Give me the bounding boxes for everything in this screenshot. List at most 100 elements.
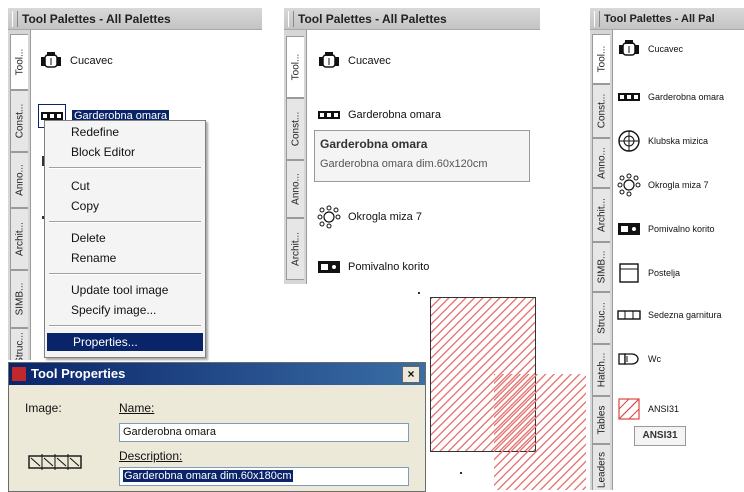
sink-icon (616, 218, 642, 240)
menu-separator (49, 167, 201, 169)
tool-label: Garderobna omara (648, 92, 725, 102)
drawing-dot (460, 472, 462, 474)
palette-tab-strip: Tool... Const... Anno... Archit... SIMB.… (8, 30, 31, 360)
tab-leaders[interactable]: Leaders (592, 444, 610, 490)
tab-archit[interactable]: Archit... (286, 218, 304, 280)
cucavec-icon (316, 50, 342, 72)
round-table-icon (316, 205, 342, 229)
hatch-region-overlap (494, 374, 586, 490)
tab-tool[interactable]: Tool... (592, 34, 610, 84)
palette-tab-strip: Tool... Const... Anno... Archit... SIMB.… (590, 30, 613, 490)
wardrobe-preview-icon (28, 454, 82, 470)
menu-item-cut[interactable]: Cut (45, 177, 205, 195)
tool-tooltip: Garderobna omara Garderobna omara dim.60… (314, 130, 530, 182)
tool-palette-2: Tool Palettes - All Palettes Tool... Con… (284, 8, 540, 284)
tooltip-description: Garderobna omara dim.60x120cm (320, 158, 488, 170)
cucavec-icon (616, 38, 642, 60)
palette-title-bar[interactable]: Tool Palettes - All Pal (590, 8, 744, 30)
tool-cucavec[interactable]: Cucavec (316, 50, 391, 72)
tab-archit[interactable]: Archit... (10, 208, 28, 270)
tool-label: Garderobna omara (348, 109, 441, 121)
tool-okrogla-miza-7[interactable]: Okrogla miza 7 (316, 205, 422, 229)
tool-properties-dialog: Tool Properties × Image: Name: Garderobn… (8, 362, 426, 492)
menu-item-delete[interactable]: Delete (45, 229, 205, 247)
tab-archit[interactable]: Archit... (592, 188, 610, 242)
tab-struc[interactable]: Struc... (592, 292, 610, 344)
tool-sedezna-garnitura[interactable]: Sedezna garnitura (616, 304, 722, 326)
tool-postelja[interactable]: Postelja (616, 262, 680, 284)
dialog-title-bar[interactable]: Tool Properties (9, 363, 425, 385)
tool-klubska-mizica[interactable]: Klubska mizica (616, 130, 708, 152)
image-label: Image: (25, 401, 62, 415)
tab-const[interactable]: Const... (286, 98, 304, 160)
tool-label: Postelja (648, 268, 681, 278)
tool-garderobna-omara[interactable]: Garderobna omara (616, 86, 724, 108)
tool-label: Cucavec (648, 44, 684, 54)
tab-const[interactable]: Const... (10, 90, 28, 152)
name-input[interactable]: Garderobna omara (119, 423, 409, 442)
name-label: Name: (119, 401, 155, 415)
sink-icon (316, 256, 342, 278)
tab-tool[interactable]: Tool... (286, 36, 304, 98)
cucavec-icon (38, 50, 64, 72)
close-icon: × (407, 367, 415, 381)
menu-item-rename[interactable]: Rename (45, 249, 205, 267)
menu-item-copy[interactable]: Copy (45, 197, 205, 215)
tool-garderobna-omara[interactable]: Garderobna omara (316, 104, 441, 126)
hatch-pattern-icon (616, 398, 642, 420)
tool-label: Pomivalno korito (648, 224, 715, 234)
tab-anno[interactable]: Anno... (286, 160, 304, 218)
tab-anno[interactable]: Anno... (10, 152, 28, 208)
palette-title: Tool Palettes - All Palettes (298, 12, 447, 26)
menu-separator (49, 221, 201, 223)
palette-title: Tool Palettes - All Pal (604, 13, 715, 25)
tool-label: Sedezna garnitura (648, 310, 722, 320)
tool-label: Wc (648, 354, 661, 364)
tab-tables[interactable]: Tables (592, 396, 610, 444)
palette-title-bar[interactable]: Tool Palettes - All Palettes (8, 8, 262, 30)
menu-separator (49, 325, 201, 327)
tool-pomivalno-korito[interactable]: Pomivalno korito (316, 256, 429, 278)
menu-item-properties[interactable]: Properties... (47, 333, 203, 351)
palette-tab-strip: Tool... Const... Anno... Archit... (284, 30, 307, 284)
tool-wc[interactable]: Wc (616, 348, 661, 370)
tool-label: Cucavec (70, 55, 113, 67)
dialog-title: Tool Properties (31, 366, 126, 381)
autocad-app-icon (12, 367, 26, 381)
menu-item-update-tool-image[interactable]: Update tool image (45, 281, 205, 299)
tab-const[interactable]: Const... (592, 84, 610, 138)
tab-anno[interactable]: Anno... (592, 138, 610, 188)
bed-icon (616, 262, 642, 284)
palette-title-bar[interactable]: Tool Palettes - All Palettes (284, 8, 540, 30)
context-menu: Redefine Block Editor Cut Copy Delete Re… (44, 120, 206, 358)
close-button[interactable]: × (402, 366, 420, 383)
tool-palette-3: Tool Palettes - All Pal Tool... Const...… (590, 8, 744, 490)
menu-item-specify-image[interactable]: Specify image... (45, 301, 205, 319)
menu-separator (49, 273, 201, 275)
tool-label: Okrogla miza 7 (648, 180, 709, 190)
ansi31-tooltip: ANSI31 (634, 426, 686, 446)
round-table-icon (616, 173, 642, 197)
tab-struc[interactable]: Struc... (10, 328, 28, 360)
wardrobe-icon (316, 104, 342, 126)
tab-hatch[interactable]: Hatch... (592, 344, 610, 396)
tool-ansi31[interactable]: ANSI31 (616, 398, 679, 420)
tool-pomivalno-korito[interactable]: Pomivalno korito (616, 218, 715, 240)
tab-simb[interactable]: SIMB... (10, 270, 28, 328)
tab-simb[interactable]: SIMB... (592, 242, 610, 292)
description-selected-text: Garderobna omara dim.60x180cm (123, 470, 293, 482)
wardrobe-icon (616, 86, 642, 108)
coffee-table-icon (616, 130, 642, 152)
menu-item-redefine[interactable]: Redefine (45, 123, 205, 141)
tool-label: Pomivalno korito (348, 261, 430, 273)
tooltip-title: Garderobna omara (320, 137, 428, 151)
description-input[interactable]: Garderobna omara dim.60x180cm (119, 467, 409, 486)
tool-okrogla-miza-7[interactable]: Okrogla miza 7 (616, 173, 709, 197)
tool-image-preview[interactable] (25, 449, 85, 475)
tool-cucavec[interactable]: Cucavec (38, 50, 113, 72)
description-label: Description: (119, 449, 183, 463)
tool-cucavec[interactable]: Cucavec (616, 38, 683, 60)
tab-tool[interactable]: Tool... (10, 34, 28, 90)
menu-item-block-editor[interactable]: Block Editor (45, 143, 205, 161)
drawing-dot (418, 292, 420, 294)
